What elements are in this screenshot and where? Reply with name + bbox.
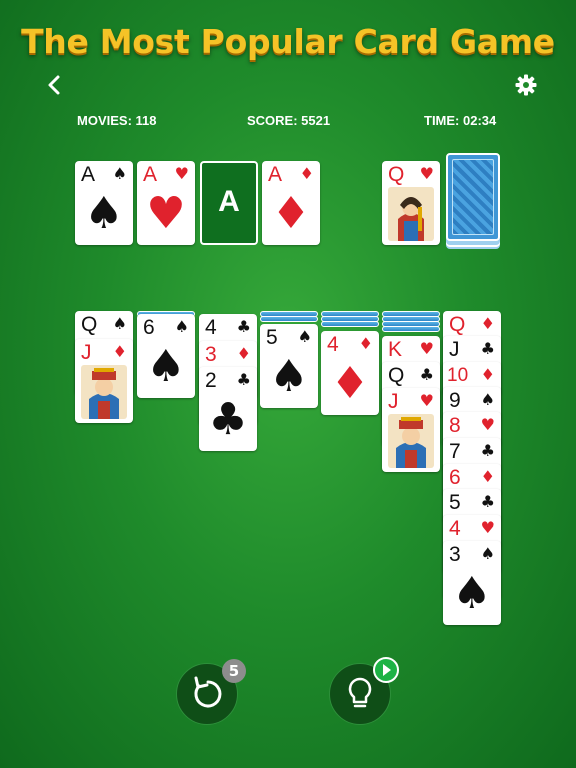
card-rank: 9 xyxy=(449,389,461,412)
club-icon: ♣ xyxy=(480,339,495,358)
diamond-icon: ♦ xyxy=(330,358,370,409)
spade-icon: ♠ xyxy=(146,341,186,392)
headline: The Most Popular Card Game xyxy=(21,22,555,61)
queen-figure-icon xyxy=(388,187,434,241)
jack-figure-icon xyxy=(388,414,434,468)
club-icon: ♣ xyxy=(236,317,251,336)
card-rank: A xyxy=(143,163,158,186)
face-down-card xyxy=(321,321,379,327)
hint-video-badge xyxy=(373,657,399,683)
tableau-card[interactable]: 6 ♠ ♠ xyxy=(137,314,195,398)
card-rank: A xyxy=(268,163,283,186)
tableau-card[interactable]: 5 ♠ ♠ xyxy=(260,324,318,408)
score-counter: SCORE: 5521 xyxy=(247,113,331,128)
spade-icon: ♠ xyxy=(480,390,495,409)
foundation-hearts[interactable]: A ♥ ♥ xyxy=(137,161,195,245)
heart-icon: ♥ xyxy=(419,339,434,358)
spade-icon: ♠ xyxy=(452,568,492,619)
tableau-card[interactable]: 2 ♣ ♣ xyxy=(199,367,257,451)
diamond-icon: ♦ xyxy=(299,164,314,183)
card-rank: Q xyxy=(388,364,405,387)
diamond-icon: ♦ xyxy=(480,365,495,384)
foundation-diamonds[interactable]: A ♦ ♦ xyxy=(262,161,320,245)
diamond-icon: ♦ xyxy=(236,344,251,363)
chevron-left-icon xyxy=(48,75,60,95)
foundation-spades[interactable]: A ♠ ♠ xyxy=(75,161,133,245)
club-icon: ♣ xyxy=(480,441,495,460)
spade-icon: ♠ xyxy=(84,188,124,239)
card-rank: 8 xyxy=(449,414,461,437)
settings-button[interactable] xyxy=(514,73,538,97)
time-counter: TIME: 02:34 xyxy=(424,113,497,128)
diamond-icon: ♦ xyxy=(480,467,495,486)
card-rank: J xyxy=(81,341,92,364)
heart-icon: ♥ xyxy=(480,518,495,537)
jack-figure-icon xyxy=(81,365,127,419)
heart-icon: ♥ xyxy=(419,164,434,183)
card-rank: Q xyxy=(388,163,405,186)
card-rank: 10 xyxy=(447,365,469,386)
club-icon: ♣ xyxy=(236,370,251,389)
card-rank: K xyxy=(388,338,403,361)
spade-icon: ♠ xyxy=(480,544,495,563)
card-rank: 6 xyxy=(449,466,461,489)
card-rank: Q xyxy=(449,313,466,336)
undo-count-badge: 5 xyxy=(222,659,246,683)
waste-card[interactable]: Q ♥ xyxy=(382,161,440,245)
spade-icon: ♠ xyxy=(269,351,309,402)
foundation-label: A xyxy=(218,185,240,218)
stock-pile[interactable] xyxy=(446,153,500,241)
club-icon: ♣ xyxy=(208,394,248,445)
card-rank: Q xyxy=(81,313,98,336)
card-rank: 5 xyxy=(266,326,278,349)
heart-icon: ♥ xyxy=(146,188,186,239)
diamond-icon: ♦ xyxy=(271,188,311,239)
tableau-card[interactable]: 4 ♦ ♦ xyxy=(321,331,379,415)
foundation-empty-slot[interactable]: A xyxy=(200,161,258,245)
diamond-icon: ♦ xyxy=(480,314,495,333)
spade-icon: ♠ xyxy=(297,327,312,346)
spade-icon: ♠ xyxy=(112,164,127,183)
tableau-card[interactable]: J ♦ xyxy=(75,339,133,423)
card-rank: A xyxy=(81,163,96,186)
card-back-pattern xyxy=(452,159,494,235)
heart-icon: ♥ xyxy=(419,391,434,410)
card-rank: J xyxy=(449,338,460,361)
card-rank: 6 xyxy=(143,316,155,339)
card-rank: 4 xyxy=(327,333,339,356)
club-icon: ♣ xyxy=(419,365,434,384)
back-button[interactable] xyxy=(44,74,66,96)
card-rank: 3 xyxy=(449,543,461,566)
heart-icon: ♥ xyxy=(174,164,189,183)
card-rank: J xyxy=(388,390,399,413)
card-rank: 4 xyxy=(449,517,461,540)
card-rank: 2 xyxy=(205,369,217,392)
spade-icon: ♠ xyxy=(174,317,189,336)
card-rank: 7 xyxy=(449,440,461,463)
club-icon: ♣ xyxy=(480,492,495,511)
tableau-card[interactable]: 3 ♠ ♠ xyxy=(443,541,501,625)
heart-icon: ♥ xyxy=(480,415,495,434)
card-rank: 5 xyxy=(449,491,461,514)
card-rank: 4 xyxy=(205,316,217,339)
tableau-card[interactable]: J ♥ xyxy=(382,388,440,472)
diamond-icon: ♦ xyxy=(112,342,127,361)
card-rank: 3 xyxy=(205,343,217,366)
moves-counter: MOVIES: 118 xyxy=(77,113,157,128)
spade-icon: ♠ xyxy=(112,314,127,333)
face-down-card xyxy=(260,316,318,322)
face-down-card xyxy=(382,326,440,332)
gear-icon xyxy=(515,74,537,96)
play-icon xyxy=(383,664,391,676)
diamond-icon: ♦ xyxy=(358,334,373,353)
